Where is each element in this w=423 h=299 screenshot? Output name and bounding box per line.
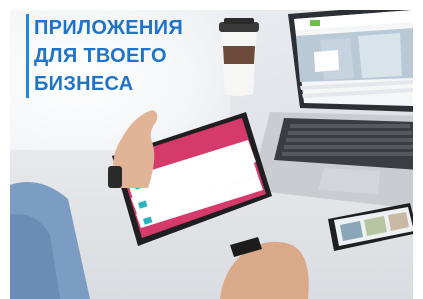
heading-accent-bar xyxy=(26,14,29,98)
heading-line-2: ДЛЯ ТВОЕГО xyxy=(34,45,167,67)
promo-banner: ПРИЛОЖЕНИЯ ДЛЯ ТВОЕГО БИЗНЕСА xyxy=(0,0,423,299)
frame-left xyxy=(0,0,10,299)
banner-heading: ПРИЛОЖЕНИЯ ДЛЯ ТВОЕГО БИЗНЕСА xyxy=(34,14,214,98)
laptop-icon xyxy=(250,0,423,210)
hand-icon xyxy=(200,215,320,299)
smartphone-icon xyxy=(326,203,418,251)
heading-line-1: ПРИЛОЖЕНИЯ xyxy=(34,17,184,39)
frame-top xyxy=(0,0,423,10)
heading-line-3: БИЗНЕСА xyxy=(34,73,134,95)
hand-icon xyxy=(108,108,168,188)
frame-right xyxy=(413,0,423,299)
person-arm-icon xyxy=(10,155,90,299)
